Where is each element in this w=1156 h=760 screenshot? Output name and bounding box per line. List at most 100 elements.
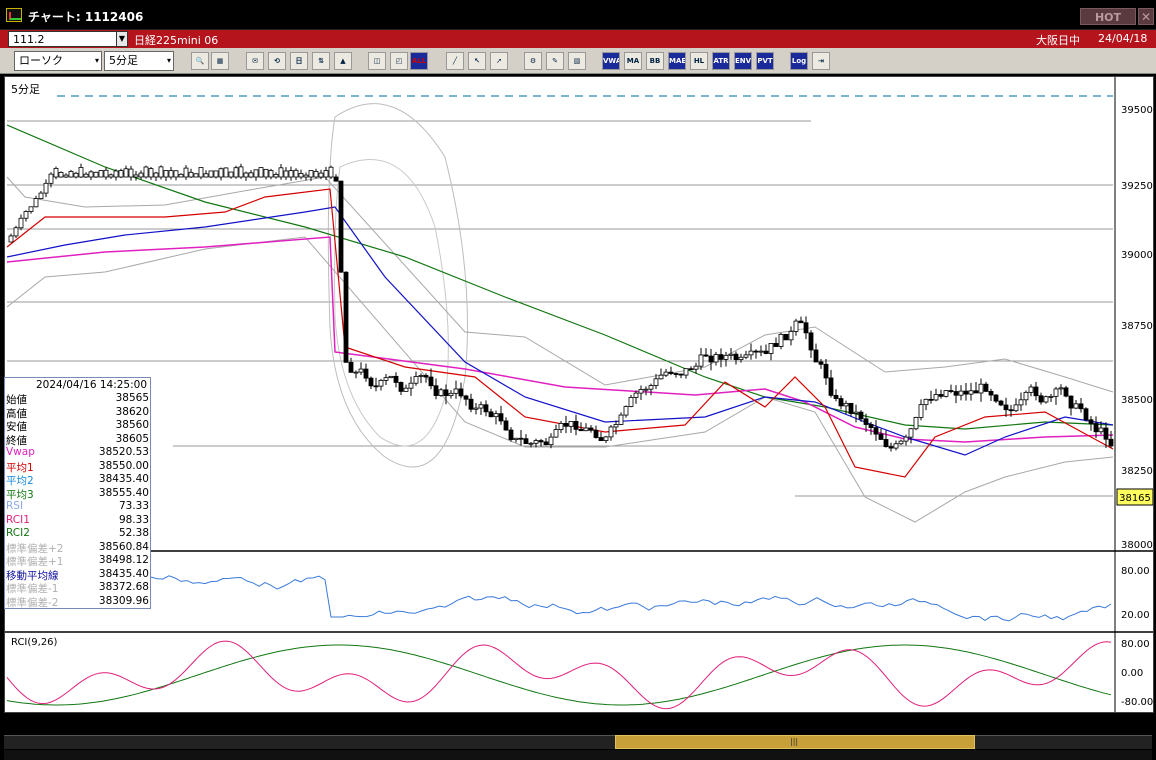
chart-type-select[interactable]: ローソク ▾ bbox=[14, 51, 102, 71]
settings-icon[interactable]: ⚙ bbox=[524, 52, 542, 70]
candle-body bbox=[53, 167, 59, 178]
data-panel-row: 標準偏差+1 38498.12 bbox=[5, 554, 152, 568]
candle-body bbox=[688, 368, 694, 371]
candle-body bbox=[133, 174, 139, 178]
candle-body bbox=[13, 227, 19, 237]
candle-body bbox=[1028, 386, 1034, 393]
mae-icon[interactable]: MAE bbox=[668, 52, 686, 70]
candle-body bbox=[593, 429, 599, 438]
data-panel-value: 52.38 bbox=[118, 527, 149, 539]
data-panel-value: 98.33 bbox=[118, 513, 149, 526]
candle-body bbox=[138, 172, 144, 178]
candle-body bbox=[583, 427, 589, 432]
lock-icon[interactable]: ▲ bbox=[334, 52, 352, 70]
rsi-tick-label: 20.00 bbox=[1121, 610, 1150, 621]
chart-area[interactable]: 5分足 39500 39250 39000 38750 38500 38250 38000 3… bbox=[4, 76, 1154, 727]
candle-body bbox=[853, 411, 859, 414]
candle-body bbox=[513, 437, 519, 440]
candle-body bbox=[708, 355, 714, 363]
candle-body bbox=[263, 168, 269, 178]
rci-panel-title: RCI(9,26) bbox=[11, 637, 58, 648]
layout-icon[interactable]: ▦ bbox=[211, 52, 229, 70]
candle-body bbox=[438, 389, 444, 396]
candle-body bbox=[693, 365, 699, 370]
candle-body bbox=[308, 170, 314, 178]
wrench-icon[interactable]: ✎ bbox=[546, 52, 564, 70]
candle-body bbox=[728, 353, 734, 356]
last-price-value: 38165 bbox=[1119, 493, 1151, 504]
candle-body bbox=[103, 169, 109, 178]
candle-body bbox=[473, 407, 479, 410]
candle-body bbox=[328, 166, 334, 178]
candle-body bbox=[588, 427, 594, 431]
candle-body bbox=[748, 350, 754, 356]
data-panel-row: 移動平均線 38435.40 bbox=[5, 568, 152, 582]
bollinger-lower bbox=[6, 236, 1114, 523]
candle-body bbox=[428, 376, 434, 387]
ticks-icon[interactable]: ⇅ bbox=[312, 52, 330, 70]
candle-body bbox=[23, 211, 29, 219]
candle-body bbox=[43, 182, 49, 194]
candle-body bbox=[603, 436, 609, 442]
bollinger-band-shape bbox=[327, 103, 468, 468]
candle-body bbox=[298, 173, 304, 178]
chart-canvas[interactable]: 39500 39250 39000 38750 38500 38250 38000 38165… bbox=[5, 77, 1154, 727]
arrow-tool-icon[interactable]: ➚ bbox=[490, 52, 508, 70]
candle-body bbox=[918, 404, 924, 418]
bb-icon[interactable]: BB bbox=[646, 52, 664, 70]
data-panel-value: 38550.00 bbox=[98, 459, 149, 472]
candle-body bbox=[898, 440, 904, 445]
zoom-icon[interactable]: 🔍 bbox=[191, 52, 209, 70]
candle-body bbox=[928, 398, 934, 401]
log-icon[interactable]: Log bbox=[790, 52, 808, 70]
atr-icon[interactable]: ATR bbox=[712, 52, 730, 70]
export-icon[interactable]: ⇥ bbox=[812, 52, 830, 70]
period-icon[interactable]: 日 bbox=[290, 52, 308, 70]
candle-body bbox=[83, 173, 89, 178]
candle-body bbox=[1088, 419, 1094, 424]
env-icon[interactable]: ENV bbox=[734, 52, 752, 70]
candle-body bbox=[423, 375, 429, 378]
vwap-icon[interactable]: VWAP bbox=[602, 52, 620, 70]
price-tick-label: 38500 bbox=[1121, 395, 1153, 406]
hl-icon[interactable]: HL bbox=[690, 52, 708, 70]
candle-body bbox=[338, 180, 344, 273]
data-panel-value: 38605 bbox=[115, 432, 149, 445]
ma1-line bbox=[6, 188, 1114, 478]
candle-body bbox=[373, 385, 379, 388]
candle-body bbox=[808, 332, 814, 351]
candle-body bbox=[188, 171, 194, 178]
data-panel-row: 終値 38605 bbox=[5, 432, 152, 447]
candle-body bbox=[558, 423, 564, 430]
event-icon[interactable]: ✉ bbox=[246, 52, 264, 70]
candle-body bbox=[658, 374, 664, 380]
bollinger-upper bbox=[6, 176, 1114, 393]
candle-body bbox=[823, 363, 829, 379]
timeline-scrollbar[interactable] bbox=[4, 735, 1152, 749]
candle-body bbox=[273, 174, 279, 178]
candle-body bbox=[1053, 388, 1059, 397]
ma-icon[interactable]: MA bbox=[624, 52, 642, 70]
symbol-input[interactable] bbox=[8, 31, 118, 47]
chart-app-icon bbox=[6, 8, 22, 22]
candle-body bbox=[98, 170, 104, 178]
chevron-down-icon[interactable]: ▼ bbox=[116, 31, 128, 47]
close-icon[interactable]: ✕ bbox=[1138, 8, 1154, 25]
candle-alt-icon[interactable]: ◰ bbox=[390, 52, 408, 70]
candle-body bbox=[293, 169, 299, 178]
interval-select[interactable]: 5分足 ▾ bbox=[104, 51, 174, 71]
pvt-icon[interactable]: PVT bbox=[756, 52, 774, 70]
cursor-icon[interactable]: ↖ bbox=[468, 52, 486, 70]
reset-icon[interactable]: ⟲ bbox=[268, 52, 286, 70]
hot-button[interactable]: HOT bbox=[1080, 8, 1136, 25]
color-icon[interactable]: ▧ bbox=[568, 52, 586, 70]
data-panel-value: 38560 bbox=[115, 419, 149, 431]
candle-body bbox=[838, 398, 844, 407]
all-icon[interactable]: ALL bbox=[410, 52, 428, 70]
candle-body bbox=[78, 167, 84, 178]
grip-icon: ||| bbox=[790, 737, 799, 746]
candle-body bbox=[543, 441, 549, 446]
draw-line-icon[interactable]: ╱ bbox=[446, 52, 464, 70]
candle-body bbox=[463, 395, 469, 400]
candle-icon[interactable]: ◫ bbox=[368, 52, 386, 70]
